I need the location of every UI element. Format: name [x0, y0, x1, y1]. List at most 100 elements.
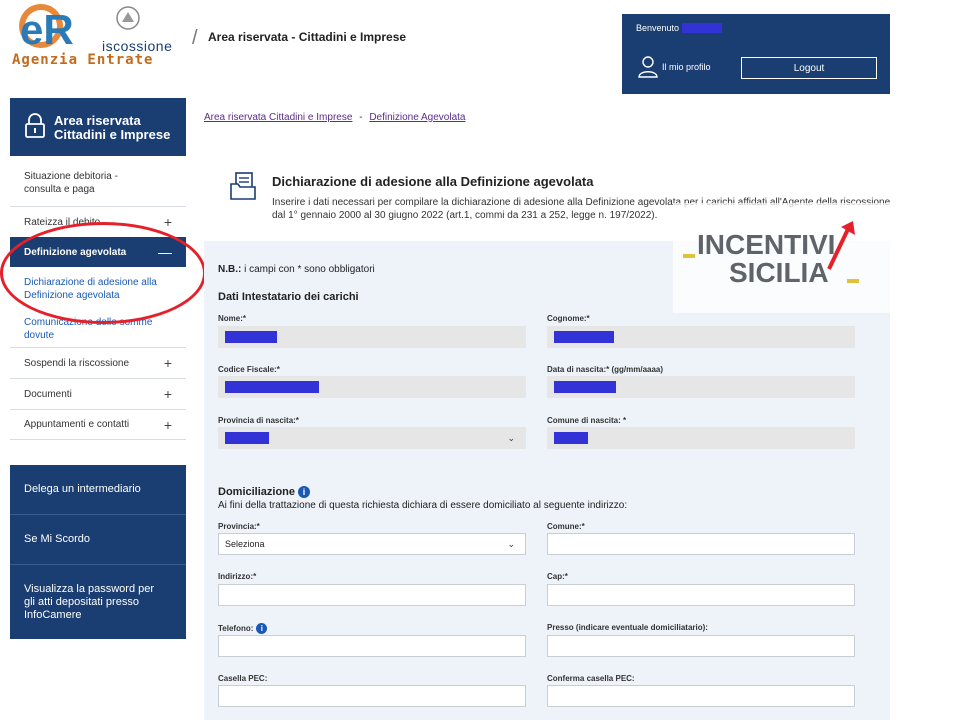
indirizzo-label: Indirizzo:* [218, 572, 257, 581]
watermark-bar [683, 254, 695, 258]
svg-text:eR: eR [20, 6, 74, 53]
sidebar-services: Delega un intermediario Se Mi Scordo Vis… [10, 465, 186, 639]
breadcrumb-separator: - [359, 112, 363, 123]
pec-field[interactable] [218, 685, 526, 707]
domiciliazione-description: Ai fini della trattazione di questa rich… [218, 500, 628, 511]
password-infocamere-link[interactable]: Visualizza la password per gli atti depo… [10, 565, 186, 639]
codice-fiscale-label: Codice Fiscale:* [218, 365, 280, 374]
minus-icon: — [158, 244, 172, 260]
chevron-down-icon: ⌄ [507, 539, 515, 549]
provincia-label: Provincia:* [218, 522, 260, 531]
incentivi-sicilia-watermark: INCENTIVI SICILIA [673, 203, 919, 313]
delega-intermediario-link[interactable]: Delega un intermediario [10, 465, 186, 514]
sidebar-subitem-comunicazione[interactable]: Comunicazione delle somme dovute [10, 307, 186, 347]
sidebar-item-label: Documenti [24, 388, 72, 400]
redacted-value [554, 331, 614, 343]
sidebar-item-label: Definizione agevolata [24, 246, 127, 258]
area-title: Area riservata Cittadini e Imprese [54, 113, 171, 142]
lock-icon [25, 113, 45, 138]
section-title-text: Dati Intestatario dei carichi [218, 291, 359, 303]
telefono-label-text: Telefono: [218, 624, 254, 633]
info-icon[interactable]: i [256, 623, 268, 634]
sidebar-item-documenti[interactable]: Documenti + [10, 378, 186, 409]
info-icon[interactable]: i [298, 486, 311, 498]
section-intestatario-title: Dati Intestatario dei carichi [218, 291, 359, 303]
breadcrumb-home[interactable]: Area riservata Cittadini e Imprese [204, 112, 352, 123]
sidebar-subitem-label: Dichiarazione di adesione alla Definizio… [24, 277, 157, 301]
pec-confirm-field[interactable] [547, 685, 855, 707]
watermark-bar [847, 279, 859, 283]
cap-label: Cap:* [547, 572, 568, 581]
presso-field[interactable] [547, 635, 855, 657]
comune-label: Comune:* [547, 522, 585, 531]
redacted-value [554, 432, 588, 444]
page-title: Dichiarazione di adesione alla Definizio… [272, 174, 594, 189]
comune-nascita-field[interactable] [547, 427, 855, 449]
codice-fiscale-field[interactable] [218, 376, 526, 398]
pec-confirm-label: Conferma casella PEC: [547, 674, 635, 683]
logo-subtitle: Agenzia Entrate [12, 52, 154, 68]
nb-label: N.B.: [218, 264, 242, 275]
se-mi-scordo-link[interactable]: Se Mi Scordo [10, 515, 186, 564]
user-panel: Benvenuto Il mio profilo Logout [622, 14, 890, 94]
provincia-nascita-select[interactable]: ⌄ [218, 427, 526, 449]
nb-text: i campi con * sono obbligatori [244, 264, 375, 275]
telefono-label: Telefono: i [218, 623, 268, 634]
logout-button[interactable]: Logout [741, 57, 877, 79]
cap-field[interactable] [547, 584, 855, 606]
chevron-down-icon: ⌄ [507, 433, 515, 443]
plus-icon: + [163, 416, 172, 433]
nome-field[interactable] [218, 326, 526, 348]
redacted-username [682, 23, 723, 33]
agenzia-entrate-riscossione-logo[interactable]: eR iscossione Agenzia Entrate [8, 2, 188, 70]
required-note: N.B.: i campi con * sono obbligatori [218, 264, 375, 275]
redacted-value [225, 432, 269, 444]
sidebar-item-appuntamenti[interactable]: Appuntamenti e contatti + [10, 409, 186, 440]
provincia-select[interactable]: Seleziona ⌄ [218, 533, 526, 555]
sidebar-item-label: Rateizza il debito [24, 216, 101, 228]
plus-icon: + [163, 214, 172, 230]
trend-arrow-icon [827, 221, 855, 270]
sidebar-item-definizione-agevolata[interactable]: Definizione agevolata — [10, 237, 186, 267]
provincia-nascita-label: Provincia di nascita:* [218, 416, 299, 425]
breadcrumb-current[interactable]: Definizione Agevolata [369, 112, 465, 123]
sidebar-item-situazione-debitoria[interactable]: Situazione debitoria - consulta e paga [10, 160, 186, 206]
comune-nascita-label: Comune di nascita: * [547, 416, 627, 425]
service-label: Se Mi Scordo [24, 533, 91, 545]
cognome-field[interactable] [547, 326, 855, 348]
profile-link[interactable]: Il mio profilo [638, 56, 711, 78]
sidebar-item-label: Situazione debitoria - consulta e paga [24, 171, 118, 195]
welcome-message: Benvenuto [636, 23, 723, 33]
redacted-value [225, 381, 319, 393]
section-domiciliazione-title: Domiciliazione i [218, 486, 311, 498]
cognome-label: Cognome:* [547, 314, 590, 323]
redacted-value [554, 381, 616, 393]
comune-field[interactable] [547, 533, 855, 555]
indirizzo-field[interactable] [218, 584, 526, 606]
sidebar-item-sospendi[interactable]: Sospendi la riscossione + [10, 347, 186, 378]
pec-label: Casella PEC: [218, 674, 268, 683]
user-icon [638, 56, 658, 78]
data-nascita-label: Data di nascita:* (gg/mm/aaaa) [547, 365, 664, 374]
header-divider: / [192, 27, 198, 49]
data-nascita-field[interactable] [547, 376, 855, 398]
telefono-field[interactable] [218, 635, 526, 657]
breadcrumb: Area riservata Cittadini e Imprese - Def… [204, 112, 466, 123]
header-title: Area riservata - Cittadini e Imprese [208, 30, 407, 44]
service-label: Visualizza la password per gli atti depo… [24, 582, 155, 621]
presso-label: Presso (indicare eventuale domiciliatari… [547, 623, 708, 632]
welcome-label: Benvenuto [636, 23, 680, 33]
service-label: Delega un intermediario [24, 483, 141, 495]
area-riservata-header: Area riservata Cittadini e Imprese [10, 98, 186, 156]
sidebar-subitem-dichiarazione[interactable]: Dichiarazione di adesione alla Definizio… [10, 267, 186, 307]
sidebar-item-rateizza[interactable]: Rateizza il debito + [10, 206, 186, 237]
provincia-select-value: Seleziona [225, 539, 265, 549]
nome-label: Nome:* [218, 314, 247, 323]
sidebar-item-label: Sospendi la riscossione [24, 357, 130, 369]
plus-icon: + [163, 386, 172, 402]
sidebar-item-label: Appuntamenti e contatti [24, 419, 130, 430]
plus-icon: + [163, 355, 172, 371]
watermark-line2: SICILIA [729, 257, 829, 288]
redacted-value [225, 331, 277, 343]
sidebar-subitem-label: Comunicazione delle somme dovute [24, 317, 153, 341]
